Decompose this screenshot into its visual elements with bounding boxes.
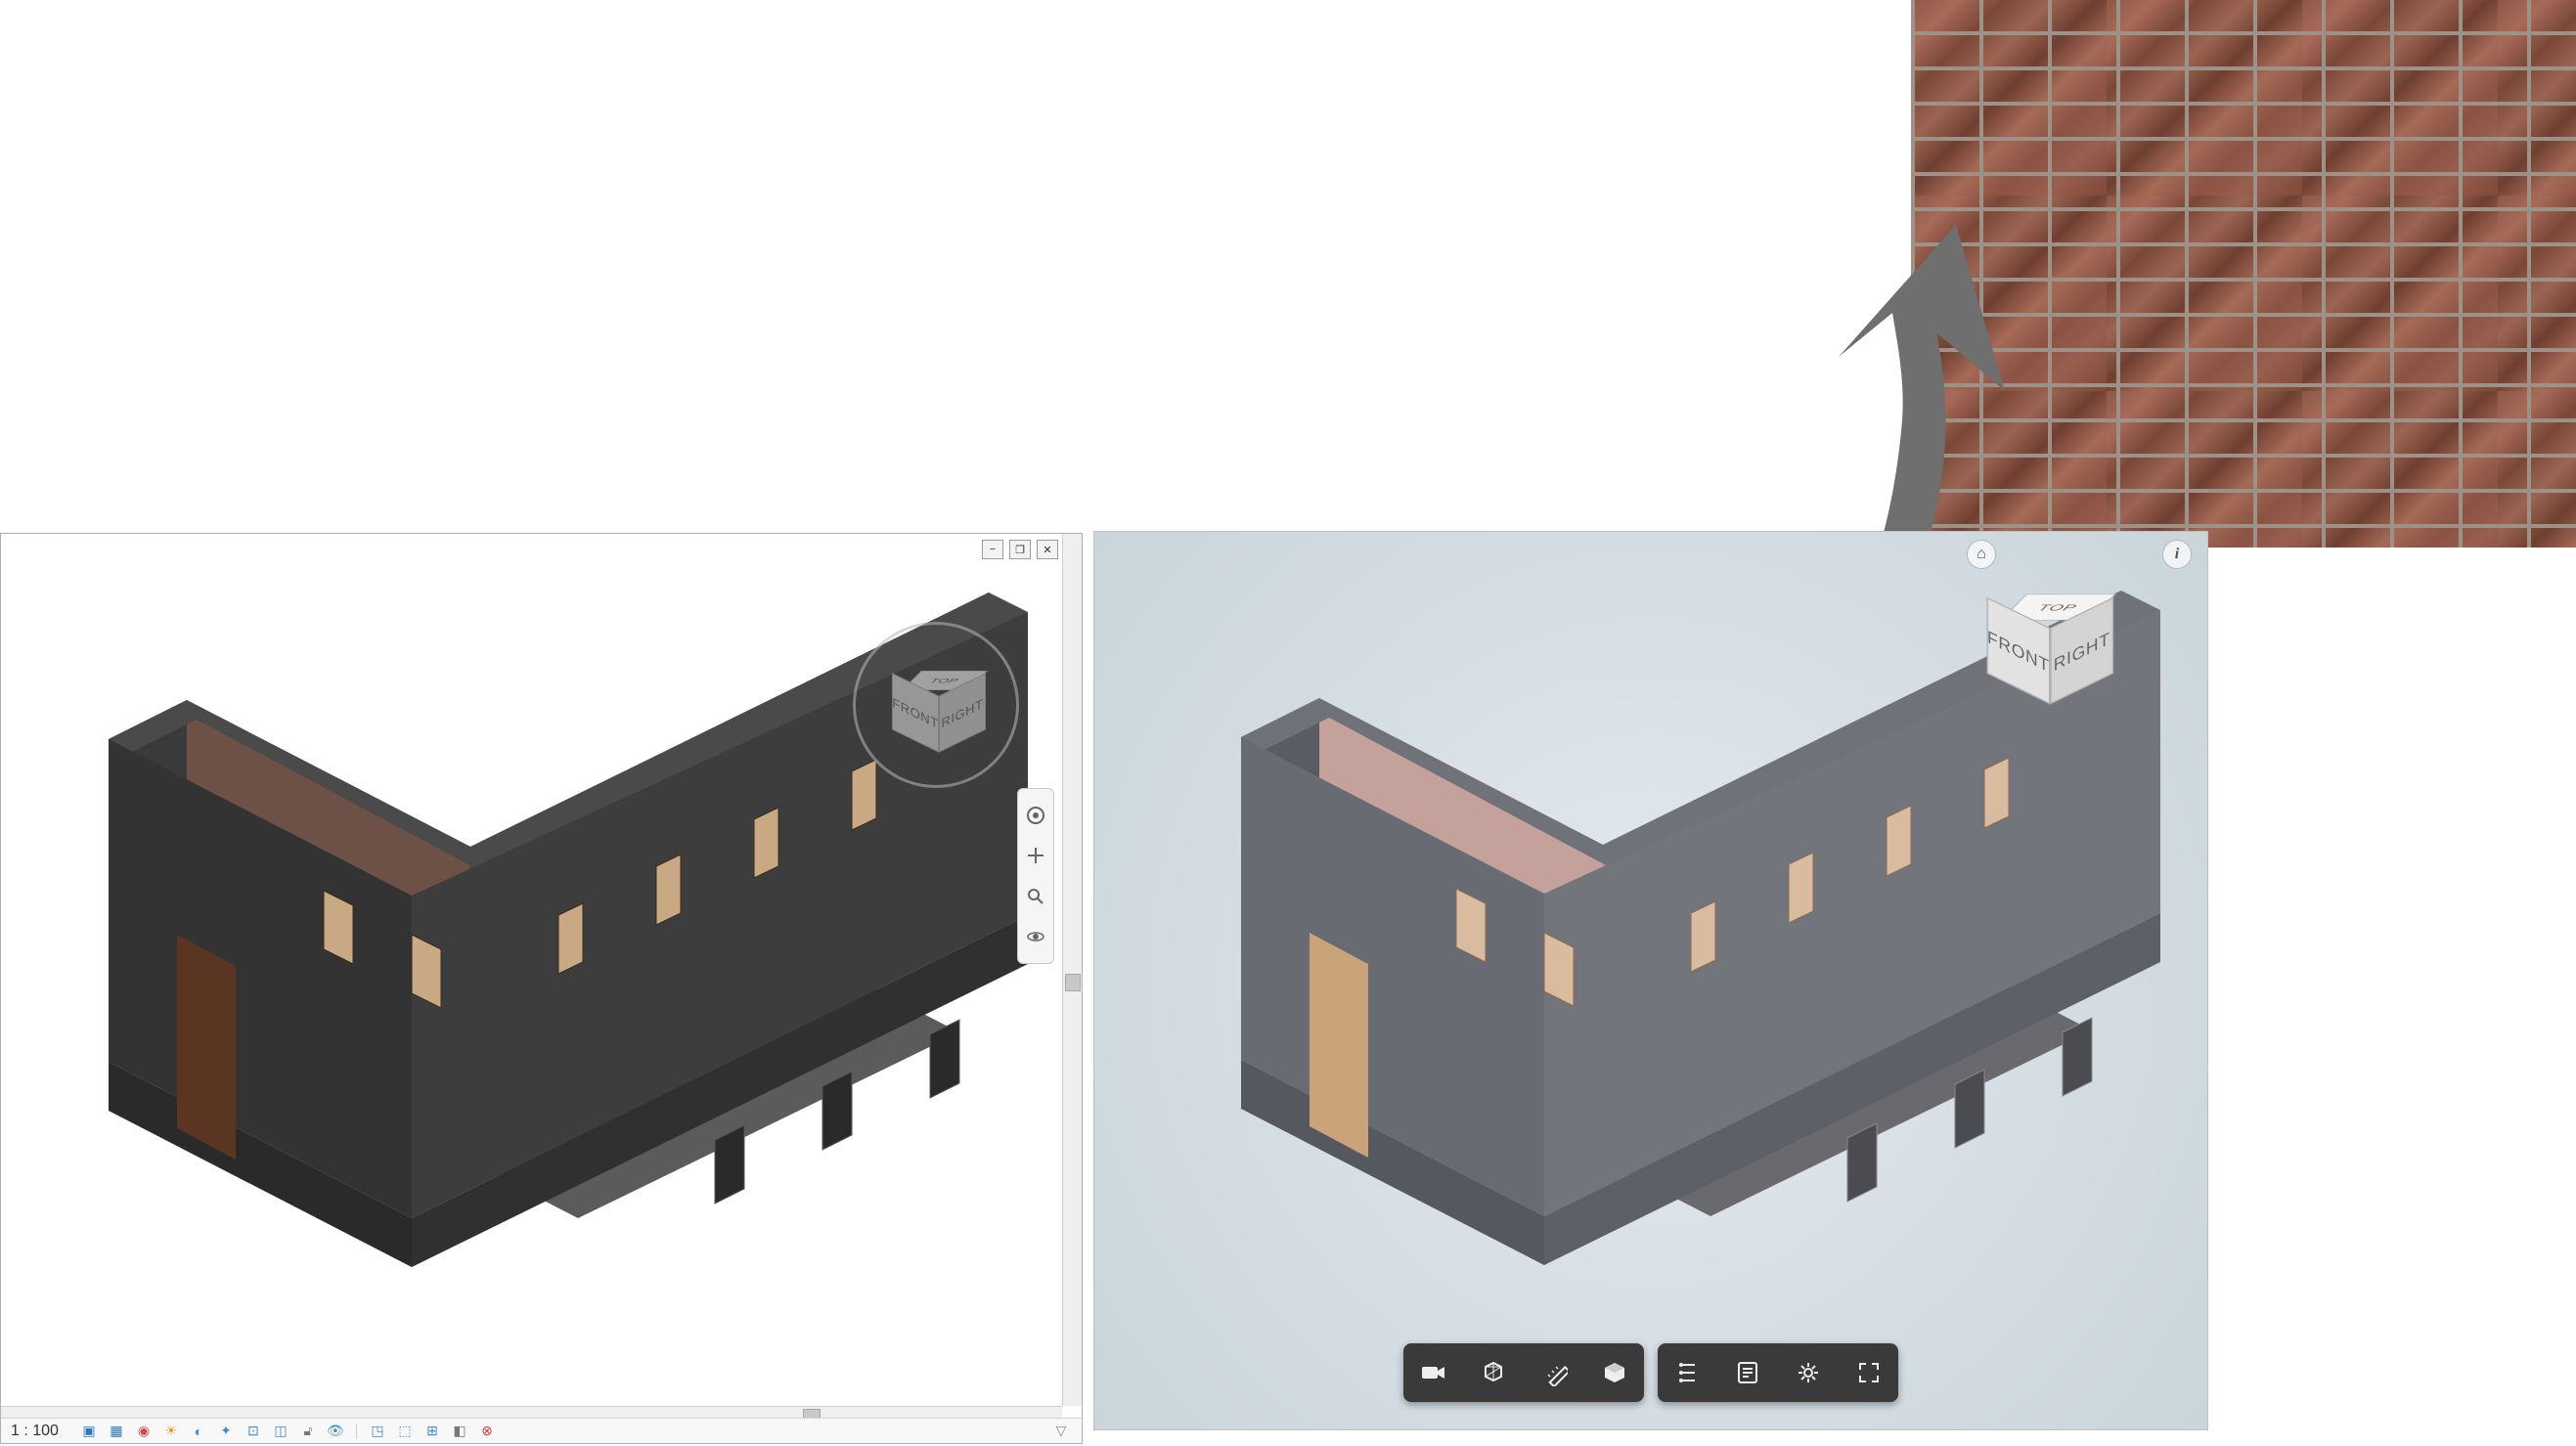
filter-icon[interactable]: ▽ (1050, 1422, 1072, 1441)
display-model-icon[interactable]: ▣ (78, 1422, 100, 1441)
info-button[interactable]: i (2162, 540, 2192, 569)
temp-hide-icon[interactable]: 👁︎ (325, 1422, 346, 1441)
scale-selector[interactable]: 1 : 100 (11, 1423, 59, 1440)
pan-icon[interactable] (1023, 843, 1048, 868)
reveal-hidden-icon[interactable]: ◳ (367, 1422, 388, 1441)
crop-view-icon[interactable]: ⊡ (243, 1422, 264, 1441)
crop-region-icon[interactable]: ◫ (270, 1422, 291, 1441)
top-right-controls: ⌂ i (1967, 540, 2192, 569)
unlock-icon[interactable]: 🔓︎ (297, 1422, 319, 1441)
analytical-icon[interactable]: ⊞ (422, 1422, 443, 1441)
rendering-icon[interactable]: ✦ (215, 1422, 237, 1441)
visual-style-icon[interactable]: ◉ (133, 1422, 155, 1441)
properties-button[interactable] (1728, 1353, 1767, 1392)
sun-path-icon[interactable]: ☀ (160, 1422, 182, 1441)
orbit-icon[interactable] (1023, 924, 1048, 949)
maximize-button[interactable]: ❐ (1009, 540, 1031, 559)
section-button[interactable] (1595, 1353, 1634, 1392)
toolbar-group-2 (1658, 1343, 1898, 1402)
viewcube[interactable]: TOP FRONT RIGHT (2018, 581, 2174, 737)
worksharing-icon[interactable]: ⬚ (394, 1422, 416, 1441)
detail-level-icon[interactable]: ▦ (106, 1422, 127, 1441)
brick-texture-swatch (1911, 0, 2576, 548)
shadows-icon[interactable]: ◐ (188, 1422, 209, 1441)
left-viewport: − ❐ ✕ TOP FRONT RIGHT 1 : 100 ▣ ▦ ◉ ☀ ◐ … (0, 533, 1083, 1444)
measure-button[interactable] (1534, 1353, 1574, 1392)
fullscreen-button[interactable] (1849, 1353, 1888, 1392)
window-controls: − ❐ ✕ (982, 540, 1058, 559)
camera-button[interactable] (1413, 1353, 1452, 1392)
view-control-bar: 1 : 100 ▣ ▦ ◉ ☀ ◐ ✦ ⊡ ◫ 🔓︎ 👁︎ ◳ ⬚ ⊞ ◧ ⊗ … (1, 1418, 1082, 1443)
model-browser-button[interactable] (1667, 1353, 1707, 1392)
highlight-icon[interactable]: ◧ (449, 1422, 470, 1441)
close-button[interactable]: ✕ (1037, 540, 1058, 559)
home-button[interactable]: ⌂ (1967, 540, 1996, 569)
right-viewport: ⌂ i TOP FRONT RIGHT (1093, 531, 2208, 1430)
reveal-constraints-icon[interactable]: ⊗ (476, 1422, 498, 1441)
zoom-icon[interactable] (1023, 884, 1048, 909)
right-building-model[interactable] (1182, 591, 2160, 1373)
separator (356, 1424, 357, 1439)
scroll-thumb[interactable] (1065, 974, 1081, 991)
settings-button[interactable] (1789, 1353, 1828, 1392)
navigation-bar (1017, 788, 1054, 964)
viewer-toolbar (1403, 1343, 1898, 1402)
viewcube[interactable]: TOP FRONT RIGHT (853, 622, 1019, 788)
minimize-button[interactable]: − (982, 540, 1003, 559)
vertical-scrollbar[interactable] (1062, 534, 1082, 1406)
toolbar-group-1 (1403, 1343, 1644, 1402)
steering-wheel-icon[interactable] (1023, 803, 1048, 828)
explode-button[interactable] (1474, 1353, 1513, 1392)
